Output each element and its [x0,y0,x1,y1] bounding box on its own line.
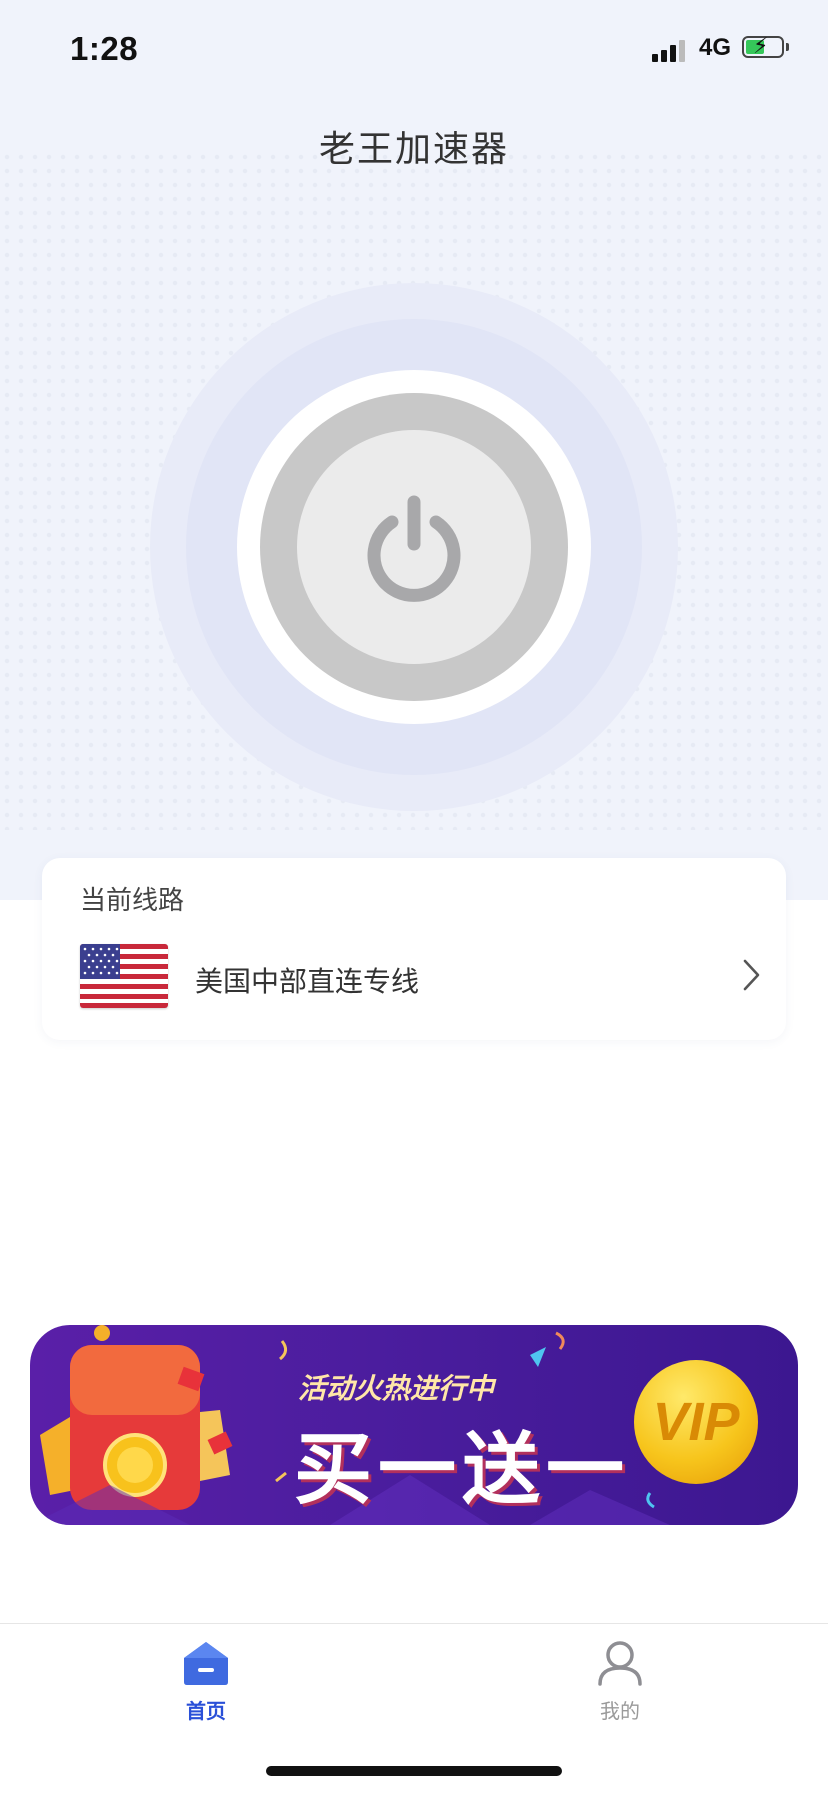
tab-home-label: 首页 [186,1701,226,1723]
power-button[interactable] [297,430,531,664]
route-card: 当前线路 美国中部直连专线 [42,858,786,1040]
tab-mine[interactable]: 我的 [540,1640,700,1724]
us-flag-icon [80,944,168,1008]
vip-badge: VIP [634,1360,758,1484]
vip-text: VIP [652,1392,740,1452]
home-indicator [266,1766,562,1776]
network-type: 4G [699,34,732,61]
route-name: 美国中部直连专线 [195,966,420,997]
banner-subtitle: 活动火热进行中 [298,1373,495,1404]
battery-tip [786,43,789,51]
route-label: 当前线路 [80,885,185,915]
route-selector[interactable]: 美国中部直连专线 [42,944,786,1014]
page-title: 老王加速器 [318,128,509,169]
chevron-right-icon [743,959,760,991]
tab-mine-label: 我的 [600,1701,640,1723]
user-icon [598,1641,642,1686]
home-icon [184,1642,228,1685]
tab-home[interactable]: 首页 [126,1640,286,1724]
promo-banner[interactable]: 活动火热进行中 买一送一 VIP [30,1325,798,1525]
battery-charging-icon: ⚡ [742,35,784,58]
status-time: 1:28 [70,30,139,67]
status-bar: 1:28 4G ⚡ [0,0,828,100]
signal-icon [652,38,688,62]
power-icon [367,495,461,602]
banner-title: 买一送一 [294,1425,631,1513]
